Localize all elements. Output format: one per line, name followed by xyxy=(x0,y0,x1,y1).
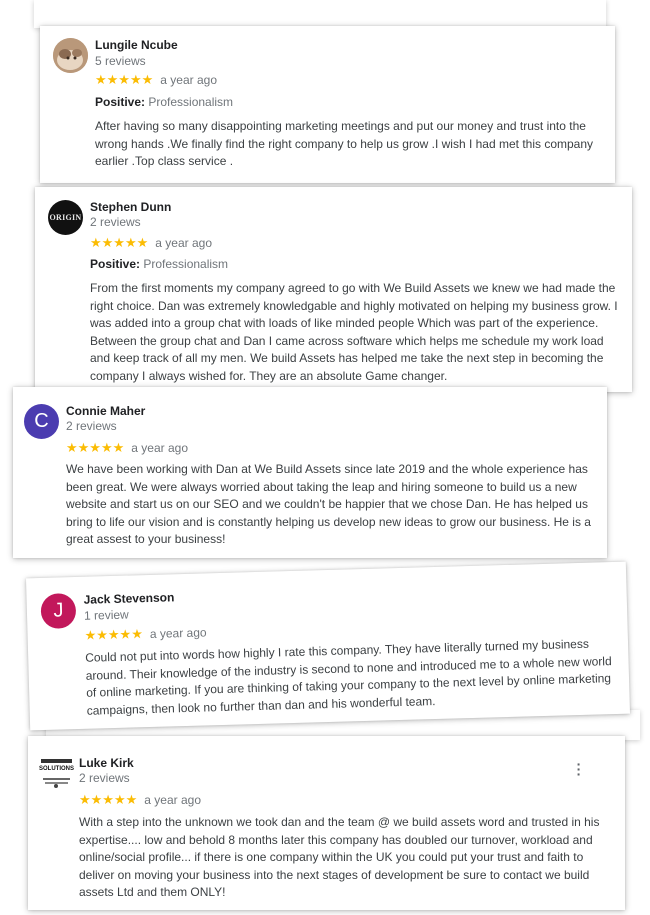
review-text: With a step into the unknown we took dan… xyxy=(79,815,600,899)
letter-avatar: C xyxy=(24,404,59,439)
review-date: a year ago xyxy=(131,441,188,455)
rating-row: ★★★★★ a year ago xyxy=(66,440,188,456)
review-count: 5 reviews xyxy=(95,54,146,68)
rating-row: ★★★★★ a year ago xyxy=(95,72,217,88)
positive-label: Positive: xyxy=(90,257,141,271)
star-rating: ★★★★★ xyxy=(84,626,144,643)
positive-attribute: Positive: Professionalism xyxy=(95,95,233,109)
review-text: After having so many disappointing marke… xyxy=(95,119,594,168)
review-count: 2 reviews xyxy=(66,419,117,433)
rating-row: ★★★★★ a year ago xyxy=(79,792,201,808)
review-date: a year ago xyxy=(149,625,207,641)
avatar-letter: J xyxy=(53,599,64,622)
letter-avatar: J xyxy=(40,593,77,629)
reviewer-name[interactable]: Stephen Dunn xyxy=(90,200,171,214)
review-text: We have been working with Dan at We Buil… xyxy=(66,462,591,546)
review-card: J Jack Stevenson 1 review ★★★★★ a year a… xyxy=(25,561,631,731)
avatar-letter: C xyxy=(34,410,49,432)
more-vert-icon[interactable]: · · · xyxy=(574,757,584,781)
origin-logo-avatar: ORIGIN xyxy=(48,200,83,235)
positive-value: Professionalism xyxy=(143,257,229,271)
rating-row: ★★★★★ a year ago xyxy=(84,624,206,643)
star-rating: ★★★★★ xyxy=(66,440,125,455)
solutions-logo-icon xyxy=(41,759,72,788)
review-count: 1 review xyxy=(83,607,129,623)
review-text: Could not put into words how highly I ra… xyxy=(85,636,612,718)
reviewer-name[interactable]: Connie Maher xyxy=(66,404,145,418)
review-text: From the first moments my company agreed… xyxy=(90,281,618,383)
review-card: C Connie Maher 2 reviews ★★★★★ a year ag… xyxy=(13,387,607,558)
rating-row: ★★★★★ a year ago xyxy=(90,235,212,251)
review-date: a year ago xyxy=(144,793,201,807)
cat-photo-avatar xyxy=(53,38,88,73)
background-card xyxy=(34,0,606,28)
positive-value: Professionalism xyxy=(148,95,234,109)
solutions-logo-avatar: SOLUTIONS xyxy=(39,756,74,791)
reviewer-name[interactable]: Luke Kirk xyxy=(79,756,134,770)
review-card: ORIGIN Stephen Dunn 2 reviews ★★★★★ a ye… xyxy=(35,187,632,392)
review-count: 2 reviews xyxy=(79,771,130,785)
star-rating: ★★★★★ xyxy=(90,235,149,250)
reviewer-name[interactable]: Lungile Ncube xyxy=(95,38,178,52)
review-date: a year ago xyxy=(160,73,217,87)
star-rating: ★★★★★ xyxy=(79,792,138,807)
avatar-logo-text: ORIGIN xyxy=(49,213,82,222)
positive-label: Positive: xyxy=(95,95,146,109)
review-count: 2 reviews xyxy=(90,215,141,229)
positive-attribute: Positive: Professionalism xyxy=(90,257,228,271)
avatar-logo-text: SOLUTIONS xyxy=(39,766,74,772)
review-date: a year ago xyxy=(155,236,212,250)
reviewer-name[interactable]: Jack Stevenson xyxy=(83,590,174,607)
review-card: SOLUTIONS Luke Kirk 2 reviews ★★★★★ a ye… xyxy=(28,736,625,910)
star-rating: ★★★★★ xyxy=(95,72,154,87)
review-card: Lungile Ncube 5 reviews ★★★★★ a year ago… xyxy=(40,26,615,183)
